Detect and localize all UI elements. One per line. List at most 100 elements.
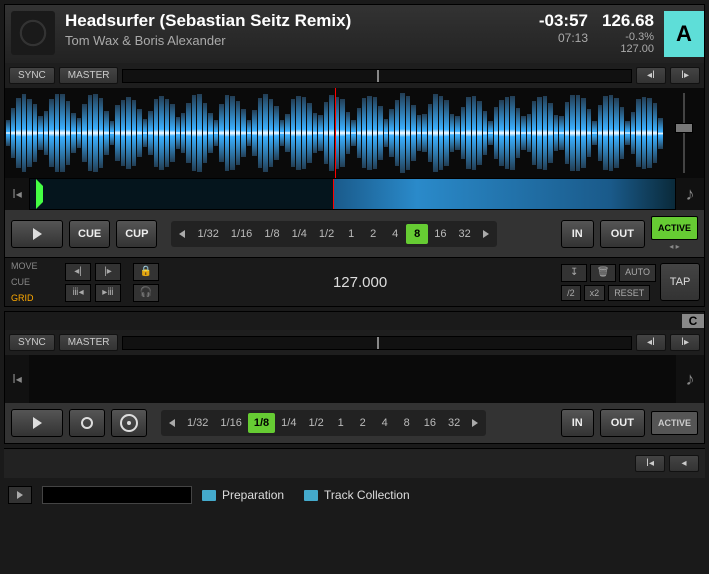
cue-button[interactable]: CUE [69,220,110,248]
key-icon[interactable]: ♪ [676,184,704,205]
loop-active-button[interactable]: ACTIVE [651,411,698,435]
beatjump-1-4[interactable]: 1/4 [286,224,313,244]
beatjump-1[interactable]: 1 [340,224,362,244]
beatjump-1-8[interactable]: 1/8 [248,413,275,433]
beatjump-32[interactable]: 32 [452,224,476,244]
grid-adjust-fwd-icon[interactable]: |▸ [95,263,121,281]
seek-fwd-button[interactable]: Ⅰ▸ [670,334,700,351]
track-overview[interactable] [29,178,676,210]
vinyl-button[interactable] [111,409,147,437]
skip-start-button[interactable]: Ⅰ◂ [5,363,29,395]
loop-in-button[interactable]: IN [561,409,594,437]
grid-bpm-dec-icon[interactable]: ⅲ◂ [65,284,91,302]
play-button[interactable] [11,409,63,437]
cup-button[interactable]: CUP [116,220,157,248]
sync-button[interactable]: SYNC [9,67,55,84]
tree-track-collection[interactable]: Track Collection [304,488,410,502]
tab-cue[interactable]: CUE [5,274,61,290]
bpm-column: 126.68 -0.3% 127.00 [602,11,654,57]
deck-letter[interactable]: A [664,11,704,57]
waveform-empty[interactable] [29,355,676,403]
beatjump-16[interactable]: 16 [428,224,452,244]
tab-grid[interactable]: GRID [5,290,61,306]
time-column: -03:57 07:13 [539,11,588,57]
tree-preparation[interactable]: Preparation [202,488,284,502]
play-button[interactable] [11,220,63,248]
global-prev-button[interactable]: Ⅰ◂ [635,455,665,472]
grid-set-icon[interactable]: ↧ [561,264,587,282]
beatjump-prev[interactable] [173,223,191,245]
beatjump-1-16[interactable]: 1/16 [225,224,258,244]
beatjump-1-8[interactable]: 1/8 [258,224,285,244]
beatjump-next[interactable] [477,223,495,245]
skip-start-button[interactable]: Ⅰ◂ [5,178,29,210]
tap-button[interactable]: TAP [660,263,700,301]
deck-c-header: C [5,312,704,330]
deck-header: Headsurfer (Sebastian Seitz Remix) Tom W… [5,5,704,63]
grid-adjust-back-icon[interactable]: ◂| [65,263,91,281]
time-remaining[interactable]: -03:57 [539,11,588,31]
beatjump-1-2[interactable]: 1/2 [313,224,340,244]
master-button[interactable]: MASTER [59,67,119,84]
beatjump-1[interactable]: 1 [330,413,352,433]
sync-row-c: SYNC MASTER ◂Ⅰ Ⅰ▸ [5,330,704,355]
grid-bpm-display[interactable]: 127.000 [163,274,557,291]
master-button[interactable]: MASTER [59,334,119,351]
deck-c-letter[interactable]: C [682,314,704,328]
loop-size-arrows[interactable]: ◂ ▸ [651,242,698,251]
beatjump-1-32[interactable]: 1/32 [181,413,214,433]
grid-half-button[interactable]: /2 [561,285,581,301]
grid-auto-button[interactable]: AUTO [619,264,656,282]
beatjump-2[interactable]: 2 [352,413,374,433]
beatjump-1-16[interactable]: 1/16 [214,413,247,433]
beatjump-32[interactable]: 32 [442,413,466,433]
tab-move[interactable]: MOVE [5,258,61,274]
seek-back-button[interactable]: ◂Ⅰ [636,334,666,351]
beatjump-16[interactable]: 16 [418,413,442,433]
global-back-button[interactable]: ◂ [669,455,699,472]
loop-out-button[interactable]: OUT [600,220,645,248]
beatjump-selector: 1/321/161/81/41/212481632 [171,221,496,247]
grid-headphone-icon[interactable]: 🎧 [133,284,159,302]
phase-meter[interactable] [122,336,632,350]
grid-reset-button[interactable]: RESET [608,285,650,301]
beatjump-1-2[interactable]: 1/2 [302,413,329,433]
grid-lock-icon[interactable]: 🔒 [133,263,159,281]
key-icon[interactable]: ♪ [676,369,704,390]
grid-tabs: MOVE CUE GRID [5,258,61,306]
loop-active-button[interactable]: ACTIVE [651,216,698,240]
beatjump-8[interactable]: 8 [396,413,418,433]
beatjump-prev[interactable] [163,412,181,434]
overview-row: Ⅰ◂ ♪ [5,178,704,210]
phase-meter[interactable] [122,69,632,83]
track-info: Headsurfer (Sebastian Seitz Remix) Tom W… [65,11,539,57]
track-title: Headsurfer (Sebastian Seitz Remix) [65,11,539,31]
cover-art[interactable] [11,11,55,55]
deck-c: C SYNC MASTER ◂Ⅰ Ⅰ▸ Ⅰ◂ ♪ 1/321/161/81/41… [4,311,705,444]
sync-button[interactable]: SYNC [9,334,55,351]
beatjump-next[interactable] [466,412,484,434]
beatjump-4[interactable]: 4 [384,224,406,244]
loop-in-button[interactable]: IN [561,220,594,248]
preview-play-button[interactable] [8,486,32,504]
grid-double-button[interactable]: x2 [584,285,606,301]
beatjump-4[interactable]: 4 [374,413,396,433]
waveform[interactable]: document.write(Array.from({length:120},(… [5,88,664,178]
overview-row-c: Ⅰ◂ ♪ [5,355,704,403]
loop-out-button[interactable]: OUT [600,409,645,437]
beatjump-2[interactable]: 2 [362,224,384,244]
beatjump-1-32[interactable]: 1/32 [191,224,224,244]
grid-panel: MOVE CUE GRID ◂| ⅲ◂ |▸ ▸ⅲ 🔒 🎧 127.000 ↧ … [5,257,704,306]
bpm-value[interactable]: 126.68 [602,11,654,31]
seek-fwd-button[interactable]: Ⅰ▸ [670,67,700,84]
seek-back-button[interactable]: ◂Ⅰ [636,67,666,84]
track-artist: Tom Wax & Boris Alexander [65,33,539,48]
beatjump-8[interactable]: 8 [406,224,428,244]
grid-bpm-inc-icon[interactable]: ▸ⅲ [95,284,121,302]
search-input[interactable] [42,486,192,504]
global-transport: Ⅰ◂ ◂ [4,448,705,478]
gain-slider[interactable] [664,88,704,178]
beatjump-1-4[interactable]: 1/4 [275,413,302,433]
grid-delete-icon[interactable]: 🗑 [590,264,616,282]
rec-button[interactable] [69,409,105,437]
